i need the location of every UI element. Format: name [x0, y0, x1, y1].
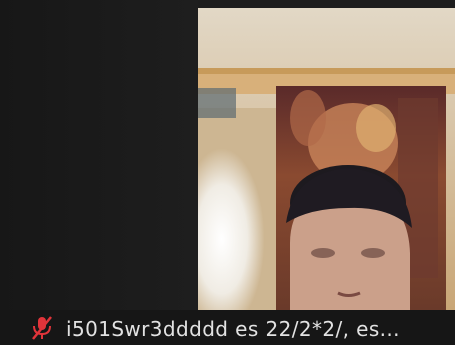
- mic-muted-icon: [32, 316, 52, 340]
- participant-video[interactable]: [198, 8, 455, 310]
- participant-name-label: i501Swr3ddddd es 22/2*2/, es...: [66, 317, 400, 341]
- video-frame: [198, 8, 455, 310]
- participant-video-tile[interactable]: i501Swr3ddddd es 22/2*2/, es...: [0, 0, 455, 345]
- empty-gallery-area: [0, 0, 198, 345]
